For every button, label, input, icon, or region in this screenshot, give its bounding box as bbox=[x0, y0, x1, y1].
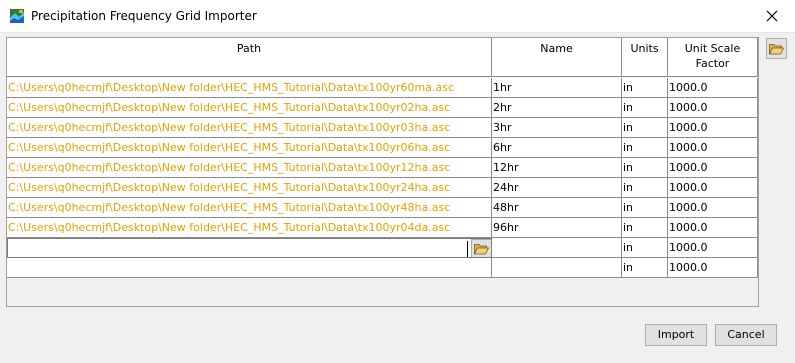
path-cell[interactable]: C:\Users\q0hecmjf\Desktop\New folder\HEC… bbox=[7, 118, 492, 138]
path-cell[interactable]: C:\Users\q0hecmjf\Desktop\New folder\HEC… bbox=[7, 178, 492, 198]
path-cell[interactable]: C:\Users\q0hecmjf\Desktop\New folder\HEC… bbox=[7, 138, 492, 158]
table-row[interactable]: C:\Users\q0hecmjf\Desktop\New folder\HEC… bbox=[7, 218, 758, 238]
name-cell[interactable]: 3hr bbox=[492, 118, 622, 138]
path-cell[interactable]: C:\Users\q0hecmjf\Desktop\New folder\HEC… bbox=[7, 78, 492, 98]
dialog-window: Precipitation Frequency Grid Importer Pa… bbox=[0, 0, 795, 363]
factor-cell[interactable]: 1000.0 bbox=[668, 158, 758, 178]
folder-open-icon bbox=[474, 243, 489, 254]
units-cell[interactable]: in bbox=[622, 218, 668, 238]
cancel-button[interactable]: Cancel bbox=[715, 324, 777, 346]
units-cell[interactable]: in bbox=[622, 98, 668, 118]
column-header-name[interactable]: Name bbox=[492, 38, 622, 77]
factor-cell[interactable]: 1000.0 bbox=[668, 258, 758, 278]
table-row[interactable]: C:\Users\q0hecmjf\Desktop\New folder\HEC… bbox=[7, 118, 758, 138]
factor-cell[interactable]: 1000.0 bbox=[668, 238, 758, 258]
units-cell[interactable]: in bbox=[622, 178, 668, 198]
factor-cell[interactable]: 1000.0 bbox=[668, 138, 758, 158]
grid-table: Path Name Units Unit Scale Factor C:\Use… bbox=[6, 37, 759, 307]
name-cell[interactable]: 96hr bbox=[492, 218, 622, 238]
title-bar: Precipitation Frequency Grid Importer bbox=[0, 0, 795, 33]
column-header-path[interactable]: Path bbox=[7, 38, 492, 77]
factor-cell[interactable]: 1000.0 bbox=[668, 78, 758, 98]
column-header-factor-line2: Factor bbox=[695, 57, 730, 70]
table-row[interactable]: C:\Users\q0hecmjf\Desktop\New folder\HEC… bbox=[7, 198, 758, 218]
table-row[interactable]: in 1000.0 bbox=[7, 258, 758, 278]
text-cursor bbox=[467, 241, 468, 257]
name-cell[interactable]: 24hr bbox=[492, 178, 622, 198]
path-cell[interactable]: C:\Users\q0hecmjf\Desktop\New folder\HEC… bbox=[7, 158, 492, 178]
units-cell[interactable]: in bbox=[622, 158, 668, 178]
table-row[interactable]: C:\Users\q0hecmjf\Desktop\New folder\HEC… bbox=[7, 78, 758, 98]
close-button[interactable] bbox=[749, 0, 795, 32]
import-button[interactable]: Import bbox=[645, 324, 707, 346]
column-header-units-label: Units bbox=[630, 42, 659, 55]
table-row[interactable]: C:\Users\q0hecmjf\Desktop\New folder\HEC… bbox=[7, 98, 758, 118]
column-header-path-label: Path bbox=[236, 42, 262, 55]
units-cell[interactable]: in bbox=[622, 198, 668, 218]
path-cell[interactable] bbox=[7, 258, 492, 278]
name-cell[interactable]: 48hr bbox=[492, 198, 622, 218]
factor-cell[interactable]: 1000.0 bbox=[668, 178, 758, 198]
table-row[interactable]: C:\Users\q0hecmjf\Desktop\New folder\HEC… bbox=[7, 158, 758, 178]
name-cell[interactable]: 12hr bbox=[492, 158, 622, 178]
path-cell[interactable]: C:\Users\q0hecmjf\Desktop\New folder\HEC… bbox=[7, 198, 492, 218]
units-cell[interactable]: in bbox=[622, 78, 668, 98]
name-cell[interactable]: 6hr bbox=[492, 138, 622, 158]
factor-cell[interactable]: 1000.0 bbox=[668, 198, 758, 218]
table-row-editing[interactable]: in 1000.0 bbox=[7, 238, 758, 258]
window-title: Precipitation Frequency Grid Importer bbox=[31, 9, 257, 23]
units-cell[interactable]: in bbox=[622, 238, 668, 258]
column-header-units[interactable]: Units bbox=[622, 38, 668, 77]
path-edit-cell[interactable] bbox=[7, 238, 492, 258]
name-cell[interactable] bbox=[492, 238, 622, 258]
units-cell[interactable]: in bbox=[622, 258, 668, 278]
grid-app-icon bbox=[10, 9, 24, 23]
column-header-factor-line1: Unit Scale bbox=[684, 42, 741, 55]
factor-cell[interactable]: 1000.0 bbox=[668, 218, 758, 238]
table-row[interactable]: C:\Users\q0hecmjf\Desktop\New folder\HEC… bbox=[7, 178, 758, 198]
units-cell[interactable]: in bbox=[622, 138, 668, 158]
name-cell[interactable]: 1hr bbox=[492, 78, 622, 98]
path-cell[interactable]: C:\Users\q0hecmjf\Desktop\New folder\HEC… bbox=[7, 218, 492, 238]
units-cell[interactable]: in bbox=[622, 118, 668, 138]
path-cell[interactable]: C:\Users\q0hecmjf\Desktop\New folder\HEC… bbox=[7, 98, 492, 118]
row-browse-button[interactable] bbox=[471, 239, 491, 257]
folder-open-icon bbox=[769, 43, 784, 54]
name-cell[interactable] bbox=[492, 258, 622, 278]
factor-cell[interactable]: 1000.0 bbox=[668, 98, 758, 118]
name-cell[interactable]: 2hr bbox=[492, 98, 622, 118]
close-icon bbox=[766, 10, 778, 22]
factor-cell[interactable]: 1000.0 bbox=[668, 118, 758, 138]
browse-button[interactable] bbox=[766, 38, 787, 59]
column-header-name-label: Name bbox=[540, 42, 573, 55]
table-row[interactable]: C:\Users\q0hecmjf\Desktop\New folder\HEC… bbox=[7, 138, 758, 158]
column-header-factor[interactable]: Unit Scale Factor bbox=[668, 38, 758, 77]
